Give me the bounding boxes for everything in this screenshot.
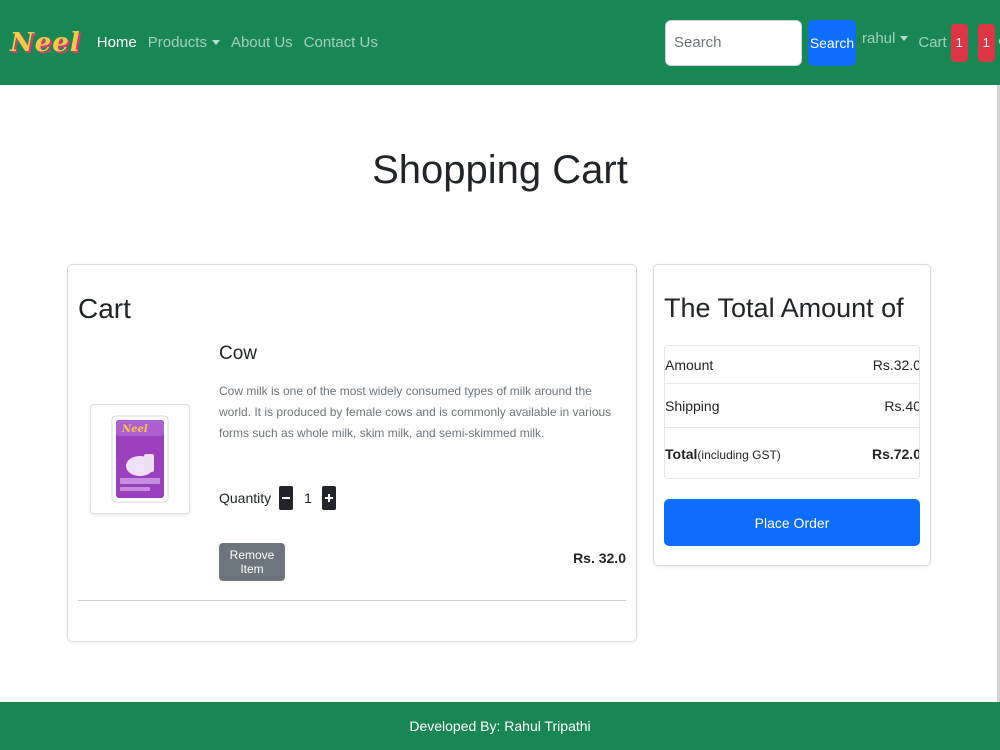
summary-row-total: Total(including GST) Rs.72.0: [665, 428, 920, 478]
caret-down-icon: [211, 40, 220, 45]
nav-contact[interactable]: Contact Us: [304, 34, 378, 51]
nav-about-label: About Us: [230, 34, 293, 51]
total-label-text: Total: [665, 446, 698, 462]
minus-icon: [282, 497, 291, 499]
nav-products-label: Products: [147, 34, 207, 51]
nav-home[interactable]: Home: [97, 34, 137, 51]
total-label: Total(including GST): [665, 446, 781, 462]
wishlist-count-badge[interactable]: 1: [977, 23, 995, 62]
user-dropdown[interactable]: rahul: [862, 30, 909, 47]
nav-home-label: Home: [96, 34, 137, 51]
amount-value: Rs.32.0: [872, 356, 920, 373]
footer: Developed By: Rahul Tripathi: [0, 702, 1000, 750]
product-name: Cow: [219, 343, 258, 364]
amount-label: Amount: [665, 356, 714, 373]
cart-link[interactable]: Cart: [918, 34, 946, 51]
navbar-right: Search rahul Cart 1 1: [665, 0, 1000, 85]
cart-heading: Cart: [78, 293, 131, 324]
search-button[interactable]: Search: [808, 19, 856, 66]
page-title: Shopping Cart: [372, 148, 628, 192]
pouch-brand-text: Neel: [121, 424, 148, 435]
summary-row-shipping: Shipping Rs.40: [665, 384, 920, 428]
shipping-value: Rs.40: [884, 397, 920, 414]
total-value: Rs.72.0: [871, 446, 920, 462]
nav-about[interactable]: About Us: [231, 34, 293, 51]
place-order-button[interactable]: Place Order: [664, 499, 920, 546]
nav-contact-label: Contact Us: [303, 34, 378, 51]
product-description: Cow milk is one of the most widely consu…: [219, 384, 612, 440]
shipping-label: Shipping: [665, 397, 720, 414]
divider: [78, 600, 626, 601]
quantity-label: Quantity: [219, 490, 272, 506]
cart-link-label: Cart: [918, 34, 947, 51]
milk-pouch-image: Neel: [111, 415, 169, 503]
cart-card: Cart Neel Cow Cow milk is one of the mos…: [67, 264, 637, 642]
item-price: Rs. 32.0: [573, 550, 626, 566]
navbar: Neel Home Products About Us Contact Us S…: [0, 0, 1000, 85]
product-image: Neel: [90, 404, 190, 514]
summary-row-amount: Amount Rs.32.0: [665, 346, 920, 384]
brand-logo[interactable]: Neel: [10, 28, 81, 58]
cart-count-badge[interactable]: 1: [950, 23, 968, 62]
decrease-quantity-button[interactable]: [279, 486, 294, 510]
order-summary-card: The Total Amount of Amount Rs.32.0 Shipp…: [653, 264, 931, 566]
footer-text: Developed By: Rahul Tripathi: [409, 718, 591, 734]
nav-products-dropdown[interactable]: Products: [148, 34, 220, 51]
summary-list: Amount Rs.32.0 Shipping Rs.40 Total(incl…: [664, 345, 920, 479]
user-name: rahul: [862, 30, 896, 47]
plus-icon: [324, 494, 333, 502]
summary-heading: The Total Amount of: [664, 293, 904, 323]
caret-down-icon: [900, 36, 909, 41]
quantity-value: 1: [304, 490, 312, 506]
increase-quantity-button[interactable]: [321, 486, 336, 510]
search-input[interactable]: [665, 19, 802, 66]
total-note: (including GST): [697, 448, 781, 462]
remove-item-button[interactable]: Remove Item: [219, 543, 285, 581]
quantity-row: Quantity 1: [219, 486, 336, 510]
